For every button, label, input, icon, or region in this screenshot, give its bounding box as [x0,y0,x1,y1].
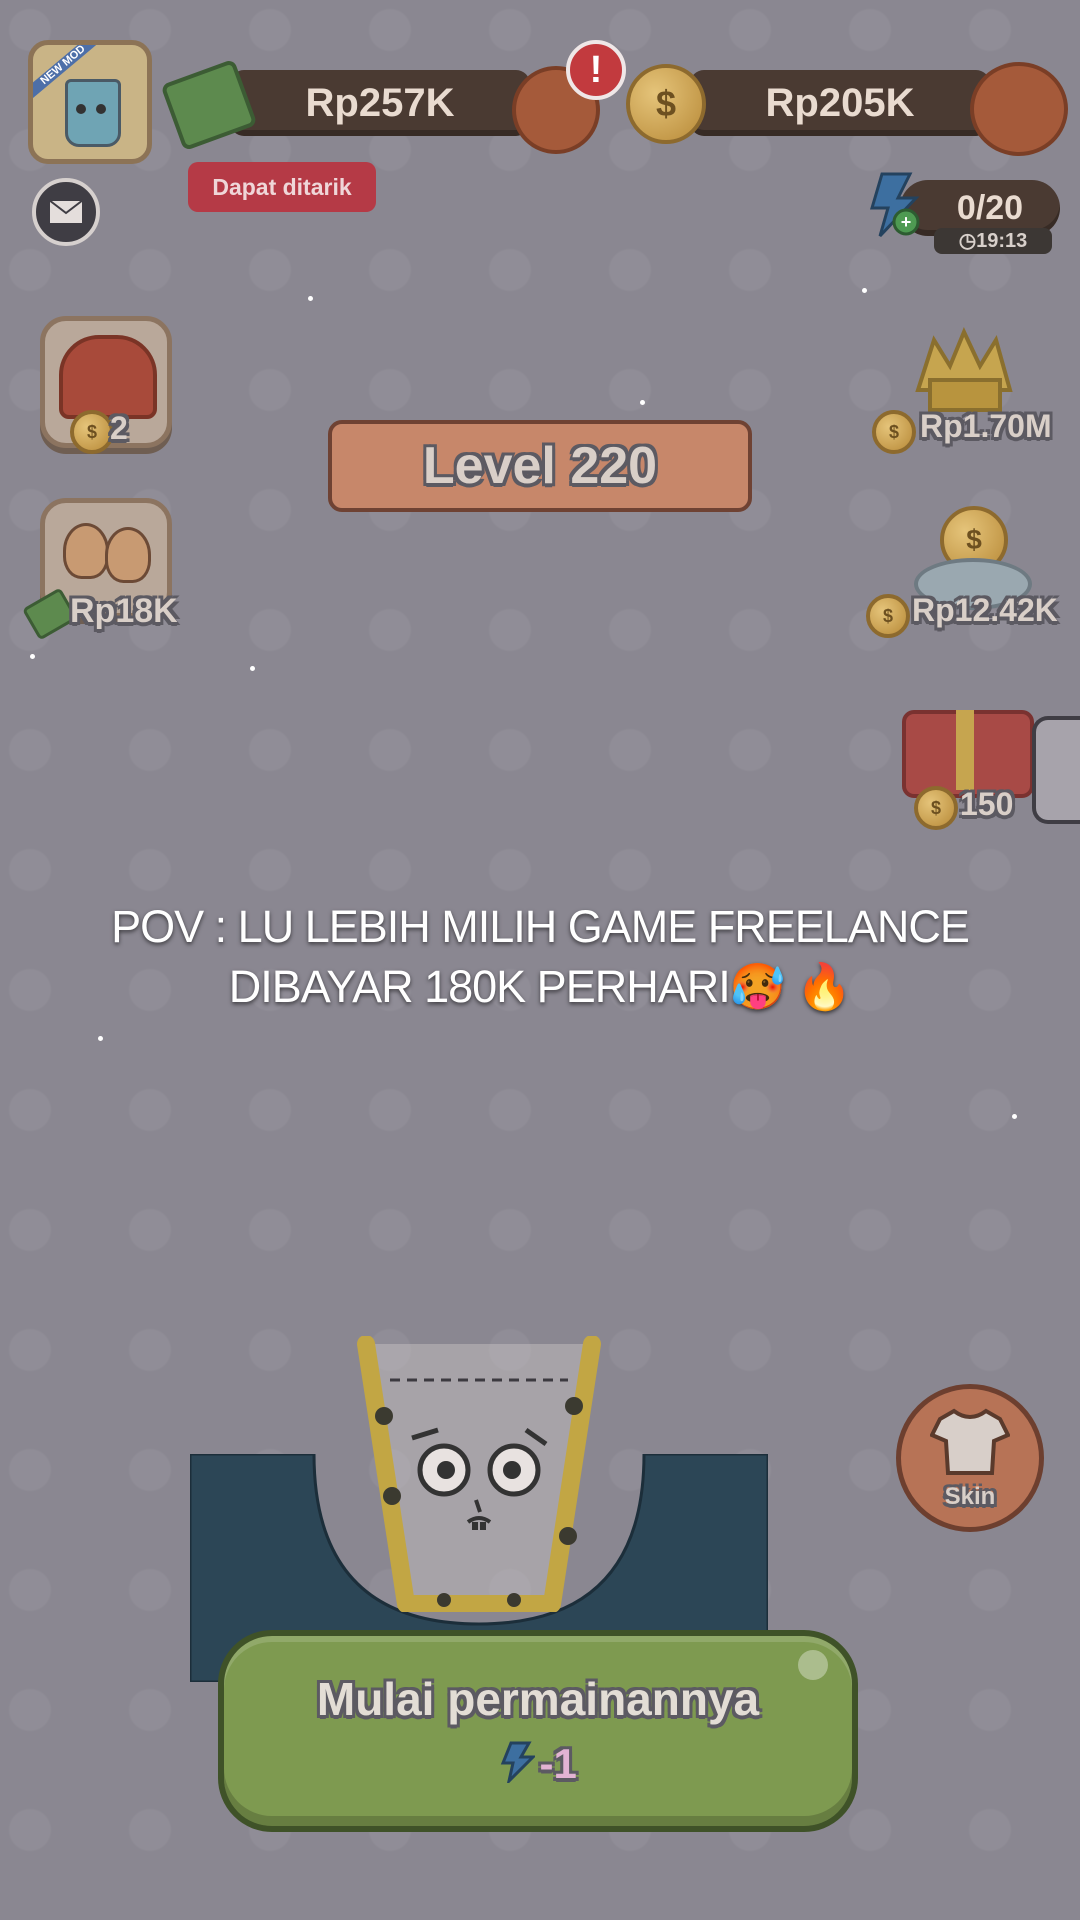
coin-bag-icon[interactable] [970,62,1068,156]
friends-reward: Rp18K [70,592,178,630]
start-game-label: Mulai permainannya [316,1673,760,1725]
gift-coin-icon: $ [914,786,958,830]
energy-timer-value: 19:13 [976,230,1028,252]
lightning-icon: + [862,172,924,238]
button-shine [798,1650,828,1680]
chest-coin-icon: $ [70,410,114,454]
ranking-coin-icon: $ [872,410,916,454]
gift-button[interactable] [902,690,1034,800]
start-cost: -1 [224,1740,852,1788]
sparkle [308,296,313,301]
cash-balance-value: Rp257K [305,80,455,125]
sparkle [250,666,255,671]
sparkle [1012,1114,1017,1119]
app-icon[interactable]: NEW MOD [28,40,152,164]
cup-face-icon [357,1335,601,1613]
sparkle [98,1036,103,1041]
caption-line-2: DIBAYAR 180K PERHARI🥵 🔥 [0,958,1080,1016]
coin-icon: $ [626,64,706,144]
alert-mark: ! [589,48,603,91]
caption-emoji: 🥵 🔥 [729,961,853,1012]
chest-count: 2 [110,410,128,446]
alert-badge: ! [566,40,626,100]
energy-timer: ◷19:13 [934,228,1052,254]
shirt-icon [930,1408,1010,1475]
coin-balance-bar[interactable]: Rp205K [690,70,990,136]
level-banner: Level 220 [328,420,752,512]
start-game-button[interactable]: Mulai permainannya -1 [218,1630,858,1832]
chest-icon [59,335,157,419]
energy-count: 0/20 [956,188,1024,227]
energy-cost-icon [499,1741,537,1788]
friends-avatar-icon [63,523,109,579]
ranking-reward: Rp1.70M [920,408,1052,444]
sparkle [30,654,35,659]
sparkle [640,400,645,405]
caption-line-1: POV : LU LEBIH MILIH GAME FREELANCE [111,901,970,952]
withdrawable-badge[interactable]: Dapat ditarik [188,162,376,212]
cup-mascot-icon [65,79,121,147]
fountain-small-coin-icon: $ [866,594,910,638]
skin-label: Skin [944,1483,996,1510]
cup-character[interactable] [354,1335,604,1613]
level-label: Level 220 [422,437,658,495]
sparkle [862,288,867,293]
skin-button[interactable]: Skin [896,1384,1044,1532]
caption-line-2-text: DIBAYAR 180K PERHARI [228,961,731,1012]
side-tab[interactable] [1032,716,1080,824]
fountain-reward: Rp12.42K [912,592,1058,628]
coin-balance-value: Rp205K [765,80,915,125]
ranking-button[interactable] [900,320,1030,416]
gift-count: 150 [960,786,1014,822]
svg-text:+: + [901,212,912,232]
cash-balance-bar[interactable]: Rp257K [230,70,530,136]
withdrawable-label: Dapat ditarik [212,173,352,200]
coin-fountain-button[interactable]: $ [904,506,1034,610]
ranking-crown-icon [915,327,1013,412]
start-cost-value: -1 [539,1740,577,1787]
mail-icon[interactable] [32,178,100,246]
